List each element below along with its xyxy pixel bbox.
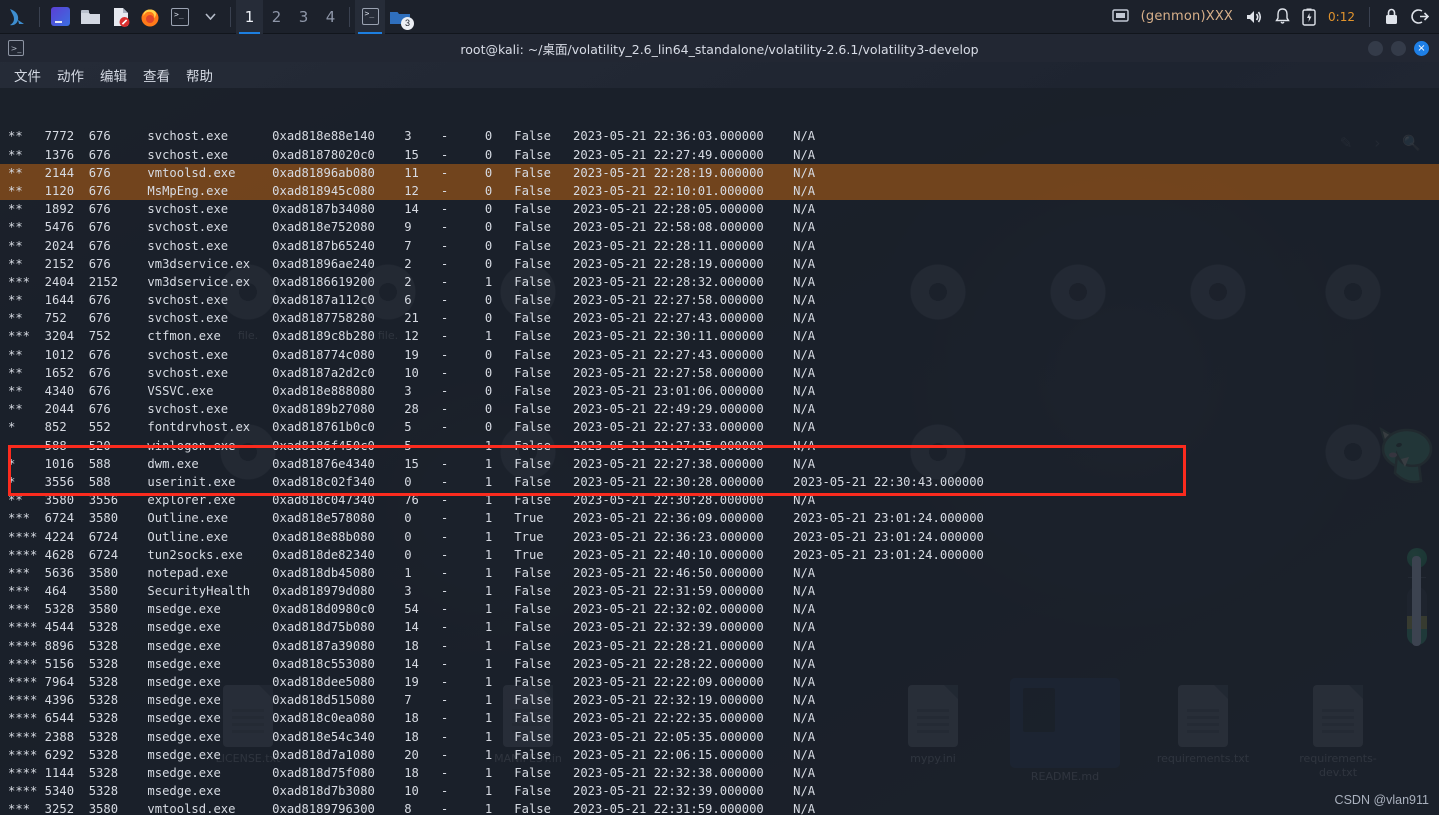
window-titlebar[interactable]: >_ root@kali: ~/桌面/volatility_2.6_lin64_… xyxy=(0,34,1439,62)
screen: file. file. file. xyxy=(0,0,1439,815)
menu-item-edit[interactable]: 编辑 xyxy=(100,65,127,85)
process-row: **** 8896 5328 msedge.exe 0xad8187a39080… xyxy=(8,638,816,653)
app-launcher-terminal[interactable]: >_ xyxy=(165,0,195,34)
genmon-label[interactable]: (genmon)XXX xyxy=(1141,9,1233,24)
taskbar-window-terminal[interactable]: >_ xyxy=(355,0,385,34)
close-button[interactable]: × xyxy=(1414,40,1429,56)
lock-icon[interactable] xyxy=(1384,8,1399,25)
process-tree-list: ** 7772 676 svchost.exe 0xad818e88e140 3… xyxy=(0,127,1439,815)
kali-dragon-icon[interactable] xyxy=(0,0,34,34)
scrollbar-thumb[interactable] xyxy=(1412,556,1421,646)
workspace-button-2[interactable]: 2 xyxy=(263,0,290,34)
watermark: CSDN @vlan911 xyxy=(1334,793,1429,807)
process-row: **** 5156 5328 msedge.exe 0xad818c553080… xyxy=(8,656,816,671)
app-launcher-firefox[interactable] xyxy=(135,0,165,34)
window-count-badge: 3 xyxy=(401,16,414,30)
taskbar-divider xyxy=(349,6,350,27)
bell-icon[interactable] xyxy=(1275,8,1290,25)
process-row: ** 2044 676 svchost.exe 0xad8189b27080 2… xyxy=(8,402,816,417)
process-row: ** 5476 676 svchost.exe 0xad818e752080 9… xyxy=(8,220,816,235)
process-row: ** 752 676 svchost.exe 0xad8187758280 21… xyxy=(8,311,816,326)
app-launcher-text-editor[interactable] xyxy=(105,0,135,34)
workspace-button-1[interactable]: 1 xyxy=(236,0,263,34)
process-row: **** 6544 5328 msedge.exe 0xad818c0ea080… xyxy=(8,711,816,726)
menu-item-file[interactable]: 文件 xyxy=(14,65,41,85)
process-row: ** 1120 676 MsMpEng.exe 0xad818945c080 1… xyxy=(0,181,1439,201)
terminal-output[interactable]: ** 7772 676 svchost.exe 0xad818e88e140 3… xyxy=(0,88,1439,815)
process-row: *** 3252 3580 vmtoolsd.exe 0xad818979630… xyxy=(8,802,816,815)
terminal-window: >_ root@kali: ~/桌面/volatility_2.6_lin64_… xyxy=(0,34,1439,815)
app-launcher-file-manager[interactable] xyxy=(75,0,105,34)
process-row: ** 1012 676 svchost.exe 0xad818774c080 1… xyxy=(8,347,816,362)
window-controls: × xyxy=(1368,40,1439,56)
chevron-down-icon[interactable] xyxy=(195,0,225,34)
maximize-button[interactable] xyxy=(1391,40,1406,56)
process-row: ** 2024 676 svchost.exe 0xad8187b65240 7… xyxy=(8,238,816,253)
process-row: **** 4544 5328 msedge.exe 0xad818d75b080… xyxy=(8,620,816,635)
process-row: **** 6292 5328 msedge.exe 0xad818d7a1080… xyxy=(8,747,816,762)
process-row: ** 4340 676 VSSVC.exe 0xad818e888080 3 -… xyxy=(8,384,816,399)
process-row: **** 2388 5328 msedge.exe 0xad818e54c340… xyxy=(8,729,816,744)
process-row: ** 1652 676 svchost.exe 0xad8187a2d2c0 1… xyxy=(8,365,816,380)
process-row: *** 3204 752 ctfmon.exe 0xad8189c8b280 1… xyxy=(8,329,816,344)
process-row: ** 7772 676 svchost.exe 0xad818e88e140 3… xyxy=(8,129,816,144)
process-row: 588 520 winlogon.exe 0xad8186f450c0 5 - … xyxy=(8,438,816,453)
taskbar-divider xyxy=(39,6,40,27)
speaker-icon[interactable] xyxy=(1245,9,1263,25)
clock[interactable]: 0:12 xyxy=(1328,10,1355,24)
process-row: * 3556 588 userinit.exe 0xad818c02f340 0… xyxy=(8,474,984,489)
process-row: ** 1644 676 svchost.exe 0xad8187a112c0 6… xyxy=(8,293,816,308)
process-row: ** 1376 676 svchost.exe 0xad81878020c0 1… xyxy=(8,147,816,162)
app-launcher-terminal-emulator[interactable] xyxy=(45,0,75,34)
process-row: **** 4396 5328 msedge.exe 0xad818d515080… xyxy=(8,693,816,708)
process-row: **** 7964 5328 msedge.exe 0xad818dee5080… xyxy=(8,675,816,690)
taskbar-divider xyxy=(230,6,231,27)
logout-icon[interactable] xyxy=(1411,8,1429,25)
process-row: **** 4224 6724 Outline.exe 0xad818e88b08… xyxy=(8,529,984,544)
taskbar: >_ 1 2 3 4 >_ 3 (genmon)XXX 0:12 xyxy=(0,0,1439,34)
process-row: ** 2152 676 vm3dservice.ex 0xad81896ae24… xyxy=(8,256,816,271)
menu-item-actions[interactable]: 动作 xyxy=(57,65,84,85)
workspace-button-4[interactable]: 4 xyxy=(317,0,344,34)
process-row: *** 2404 2152 vm3dservice.ex 0xad8186619… xyxy=(8,274,816,289)
process-row: ** 1892 676 svchost.exe 0xad8187b34080 1… xyxy=(8,202,816,217)
process-row: **** 4628 6724 tun2socks.exe 0xad818de82… xyxy=(8,547,984,562)
process-row: *** 5328 3580 msedge.exe 0xad818d0980c0 … xyxy=(8,602,816,617)
menubar: 文件 动作 编辑 查看 帮助 xyxy=(0,62,1439,88)
window-title: root@kali: ~/桌面/volatility_2.6_lin64_sta… xyxy=(460,41,979,57)
system-tray: (genmon)XXX 0:12 xyxy=(1111,6,1439,27)
monitor-icon[interactable] xyxy=(1111,9,1129,24)
minimize-button[interactable] xyxy=(1368,40,1383,56)
battery-icon[interactable] xyxy=(1302,8,1316,26)
process-row: *** 5636 3580 notepad.exe 0xad818db45080… xyxy=(8,565,816,580)
process-row: **** 5340 5328 msedge.exe 0xad818d7b3080… xyxy=(8,784,816,799)
taskbar-divider xyxy=(1369,6,1370,27)
process-row: * 852 552 fontdrvhost.ex 0xad818761b0c0 … xyxy=(8,420,816,435)
workspace-button-3[interactable]: 3 xyxy=(290,0,317,34)
taskbar-window-files[interactable]: 3 xyxy=(385,0,415,34)
menu-item-view[interactable]: 查看 xyxy=(143,65,170,85)
process-row: *** 464 3580 SecurityHealth 0xad818979d0… xyxy=(8,584,816,599)
process-row: *** 6724 3580 Outline.exe 0xad818e578080… xyxy=(8,511,984,526)
process-row: ** 2144 676 vmtoolsd.exe 0xad81896ab080 … xyxy=(0,163,1439,182)
menu-item-help[interactable]: 帮助 xyxy=(186,65,213,85)
process-row: **** 1144 5328 msedge.exe 0xad818d75f080… xyxy=(8,765,816,780)
process-row: * 1016 588 dwm.exe 0xad81876e4340 15 - 1… xyxy=(8,456,816,471)
process-row: ** 3580 3556 explorer.exe 0xad818c047340… xyxy=(8,493,816,508)
